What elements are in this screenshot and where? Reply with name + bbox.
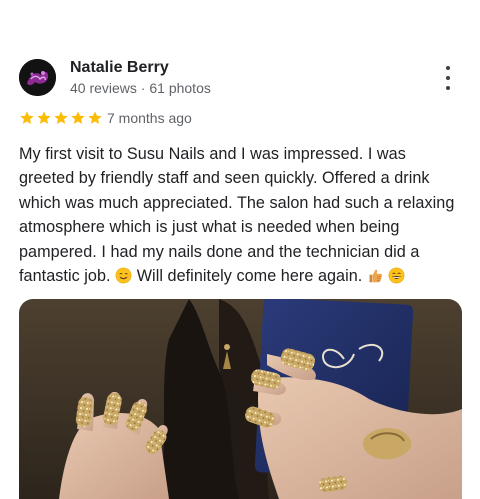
reviewer-name[interactable]: Natalie Berry: [70, 59, 169, 77]
star-icon: [54, 111, 68, 124]
review-text-line-last: fantastic job. Will definitely come here…: [19, 264, 459, 288]
review-time: 7 months ago: [107, 110, 192, 126]
thumbs-up-icon: [369, 269, 382, 283]
review-text-segment: fantastic job.: [19, 267, 111, 286]
review-text-line: which was much appreciated. The salon ha…: [19, 193, 455, 212]
star-icon: [88, 111, 102, 124]
smiling-face-icon: [115, 267, 132, 284]
review-text-line: greeted by friendly staff and seen quick…: [19, 169, 430, 188]
review-text-line: My first visit to Susu Nails and I was i…: [19, 145, 406, 163]
avatar-image: [19, 59, 56, 96]
star-icon: [20, 111, 34, 124]
review-photo[interactable]: [19, 299, 462, 499]
review-text-line: pampered. I had my nails done and the te…: [19, 242, 420, 261]
nails-photo-image: [19, 299, 462, 499]
more-options-button[interactable]: [438, 66, 458, 90]
star-rating: [19, 110, 103, 126]
star-icon: [71, 111, 85, 124]
star-icon: [37, 111, 51, 124]
review-text-line: atmosphere which is just what is needed …: [19, 218, 400, 237]
more-vert-icon: [446, 66, 450, 70]
grinning-face-icon: [389, 267, 405, 284]
review-text-segment: Will definitely come here again.: [136, 267, 363, 286]
review-card: Natalie Berry 40 reviews · 61 photos 7 m…: [0, 0, 480, 499]
reviewer-meta: 40 reviews · 61 photos: [70, 80, 211, 96]
review-text: My first visit to Susu Nails and I was i…: [19, 142, 459, 288]
reviewer-avatar[interactable]: [19, 59, 56, 96]
